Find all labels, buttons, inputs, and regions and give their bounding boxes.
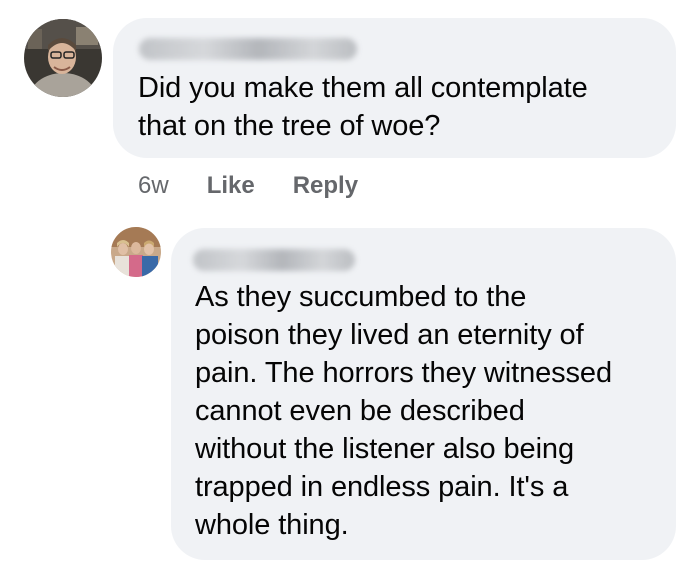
comment-bubble: Did you make them all contemplate that o…: [113, 18, 676, 158]
comment-text: Did you make them all contemplate that o…: [138, 72, 588, 142]
group-photo-icon: [111, 227, 161, 277]
replier-name-redacted[interactable]: [193, 249, 355, 271]
commenter-avatar[interactable]: [24, 19, 102, 97]
replier-avatar[interactable]: [111, 227, 161, 277]
comment-actions: 6w Like Reply: [138, 172, 396, 200]
commenter-name-redacted[interactable]: [139, 38, 357, 60]
reply-bubble: As they succumbed to the poison they liv…: [171, 228, 676, 560]
user-photo-icon: [24, 19, 102, 97]
reply-button[interactable]: Reply: [293, 172, 358, 200]
reply-text: As they succumbed to the poison they liv…: [195, 281, 612, 541]
comment-timestamp[interactable]: 6w: [138, 172, 169, 200]
like-button[interactable]: Like: [207, 172, 255, 200]
